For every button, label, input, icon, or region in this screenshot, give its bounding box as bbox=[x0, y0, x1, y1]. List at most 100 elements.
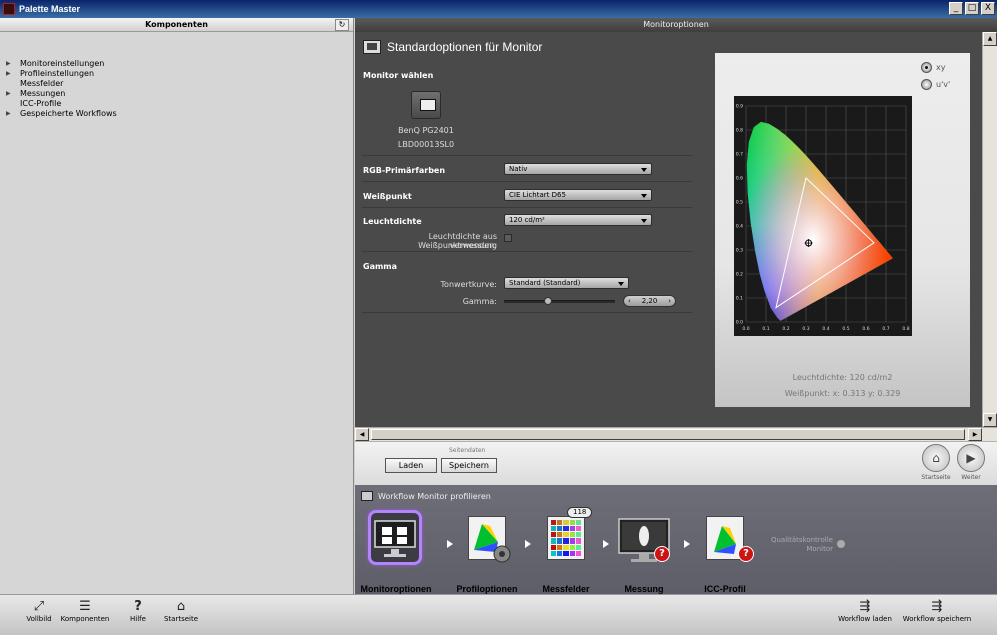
tree-item-monitoreinstellungen[interactable]: ▶ Monitoreinstellungen bbox=[6, 58, 353, 68]
tree-item-profileinstellungen[interactable]: ▶ Profileinstellungen bbox=[6, 68, 353, 78]
load-button[interactable]: Laden bbox=[385, 458, 437, 473]
color-patch bbox=[557, 532, 563, 538]
luminance-from-whitepoint-checkbox[interactable] bbox=[504, 234, 512, 242]
x-tick-label: 0.7 bbox=[882, 326, 889, 332]
color-patch bbox=[563, 532, 569, 538]
home-button[interactable]: ⌂ bbox=[922, 444, 950, 472]
stepper-right-icon[interactable]: › bbox=[668, 296, 675, 306]
whitepoint-dropdown[interactable]: CIE Lichtart D65 bbox=[504, 189, 652, 201]
y-tick-label: 0.8 bbox=[736, 128, 743, 134]
help-button[interactable]: ? Hilfe bbox=[124, 598, 152, 623]
stepper-left-icon[interactable]: ‹ bbox=[624, 296, 631, 306]
color-patch bbox=[569, 538, 575, 544]
whitepoint-label: Weißpunkt bbox=[363, 192, 412, 201]
save-workflow-icon: ⇶ bbox=[931, 599, 943, 614]
color-patch bbox=[569, 544, 575, 550]
monitor-icon[interactable] bbox=[411, 91, 441, 119]
color-patch bbox=[575, 532, 581, 538]
horizontal-scrollbar[interactable]: ◀ ▶ bbox=[355, 427, 997, 441]
close-button[interactable]: X bbox=[981, 2, 995, 15]
chromaticity-diagram: 0.0 0.1 0.2 0.3 0.4 0.5 0.6 0.7 0.8 0.0 0.1 0.2 0.3 0… bbox=[734, 96, 912, 336]
quality-control-arrow-icon[interactable] bbox=[837, 540, 845, 548]
luminance-dropdown[interactable]: 120 cd/m² bbox=[504, 214, 652, 226]
quality-control-link[interactable]: Qualitätskontrolle Monitor bbox=[763, 536, 833, 554]
color-patch bbox=[563, 526, 569, 532]
tree-item-icc-profile[interactable]: ICC-Profile bbox=[6, 98, 353, 108]
gamma-slider-thumb[interactable] bbox=[544, 297, 553, 305]
step-label: Profiloptionen bbox=[456, 584, 518, 594]
color-patch bbox=[569, 520, 575, 526]
y-tick-label: 0.5 bbox=[736, 200, 743, 206]
home-toolbar-button[interactable]: ⌂ Startseite bbox=[162, 598, 200, 623]
x-tick-label: 0.6 bbox=[862, 326, 869, 332]
monitor-select-label: Monitor wählen bbox=[363, 71, 434, 80]
save-button[interactable]: Speichern bbox=[441, 458, 497, 473]
monitor-serial: LBD00013SL0 bbox=[397, 140, 455, 149]
chevron-down-icon bbox=[618, 282, 624, 286]
rgb-primaries-dropdown[interactable]: Nativ bbox=[504, 163, 652, 175]
luminance-check-label-line2: verwenden: bbox=[449, 241, 497, 250]
vertical-scrollbar[interactable]: ▲ ▼ bbox=[982, 32, 997, 427]
y-tick-label: 0.3 bbox=[736, 248, 743, 254]
scroll-up-icon[interactable]: ▲ bbox=[983, 32, 997, 46]
components-header: Komponenten ↻ bbox=[0, 18, 353, 32]
gamma-stepper[interactable]: ‹ 2,20 › bbox=[623, 295, 676, 307]
next-button[interactable]: ▶ bbox=[957, 444, 985, 472]
color-patch bbox=[557, 544, 563, 550]
page-data-bar: Seitendaten Laden Speichern ⌂ Startseite… bbox=[355, 441, 997, 485]
monitor-name: BenQ PG2401 bbox=[398, 126, 454, 135]
y-tick-label: 0.2 bbox=[736, 272, 743, 278]
xy-radio[interactable] bbox=[921, 62, 932, 73]
gamma-section-label: Gamma bbox=[363, 262, 398, 271]
expand-arrow-icon[interactable]: ▶ bbox=[6, 90, 20, 97]
x-tick-label: 0.2 bbox=[782, 326, 789, 332]
monitor-settings-icon bbox=[363, 40, 381, 54]
chevron-down-icon bbox=[641, 168, 647, 172]
scroll-left-icon[interactable]: ◀ bbox=[355, 428, 369, 441]
expand-arrow-icon[interactable]: ▶ bbox=[6, 70, 20, 77]
save-workflow-button[interactable]: ⇶ Workflow speichern bbox=[900, 598, 974, 623]
whitepoint-readout: Weißpunkt: x: 0.313 y: 0.329 bbox=[784, 389, 901, 398]
components-button[interactable]: ☰ Komponenten bbox=[58, 598, 112, 623]
monitor-options-tile-icon[interactable] bbox=[368, 510, 422, 565]
tone-curve-dropdown[interactable]: Standard (Standard) bbox=[504, 277, 629, 289]
scroll-right-icon[interactable]: ▶ bbox=[968, 428, 982, 441]
expand-arrow-icon[interactable]: ▶ bbox=[6, 60, 20, 67]
x-tick-label: 0.4 bbox=[822, 326, 829, 332]
x-tick-label: 0.8 bbox=[902, 326, 909, 332]
uv-radio[interactable] bbox=[921, 79, 932, 90]
expand-arrow-icon[interactable]: ▶ bbox=[6, 110, 20, 117]
y-tick-label: 0.0 bbox=[736, 320, 743, 326]
color-patch bbox=[551, 520, 557, 526]
step-label: Monitoroptionen bbox=[360, 584, 432, 594]
home-button-label: Startseite bbox=[921, 474, 951, 481]
color-patch bbox=[569, 526, 575, 532]
color-patch bbox=[557, 538, 563, 544]
gamma-slider-track[interactable] bbox=[504, 300, 615, 303]
minimize-button[interactable]: _ bbox=[949, 2, 963, 15]
tree-item-gespeicherte-workflows[interactable]: ▶ Gespeicherte Workflows bbox=[6, 108, 353, 118]
color-patch bbox=[551, 526, 557, 532]
monitor-icon bbox=[361, 491, 373, 501]
x-tick-label: 0.3 bbox=[802, 326, 809, 332]
separator bbox=[362, 207, 692, 208]
bottom-toolbar: ⤢ Vollbild ☰ Komponenten ? Hilfe ⌂ Start… bbox=[0, 594, 997, 635]
maximize-button[interactable]: □ bbox=[965, 2, 979, 15]
tree-item-messfelder[interactable]: Messfelder bbox=[6, 78, 353, 88]
fullscreen-button[interactable]: ⤢ Vollbild bbox=[24, 598, 54, 623]
separator bbox=[362, 312, 692, 313]
title-bar: Palette Master _ □ X bbox=[0, 0, 997, 18]
step-arrow-icon bbox=[525, 540, 531, 548]
color-patch bbox=[575, 544, 581, 550]
horizontal-scroll-thumb[interactable] bbox=[371, 429, 965, 440]
home-icon: ⌂ bbox=[176, 599, 186, 614]
list-icon: ☰ bbox=[79, 599, 91, 614]
color-patch bbox=[551, 538, 557, 544]
scroll-down-icon[interactable]: ▼ bbox=[983, 413, 997, 427]
color-patches-icon bbox=[551, 520, 581, 556]
refresh-icon[interactable]: ↻ bbox=[335, 19, 349, 31]
tree-item-messungen[interactable]: ▶ Messungen bbox=[6, 88, 353, 98]
chevron-down-icon bbox=[641, 194, 647, 198]
load-workflow-button[interactable]: ⇶ Workflow laden bbox=[834, 598, 896, 623]
y-tick-label: 0.1 bbox=[736, 296, 743, 302]
